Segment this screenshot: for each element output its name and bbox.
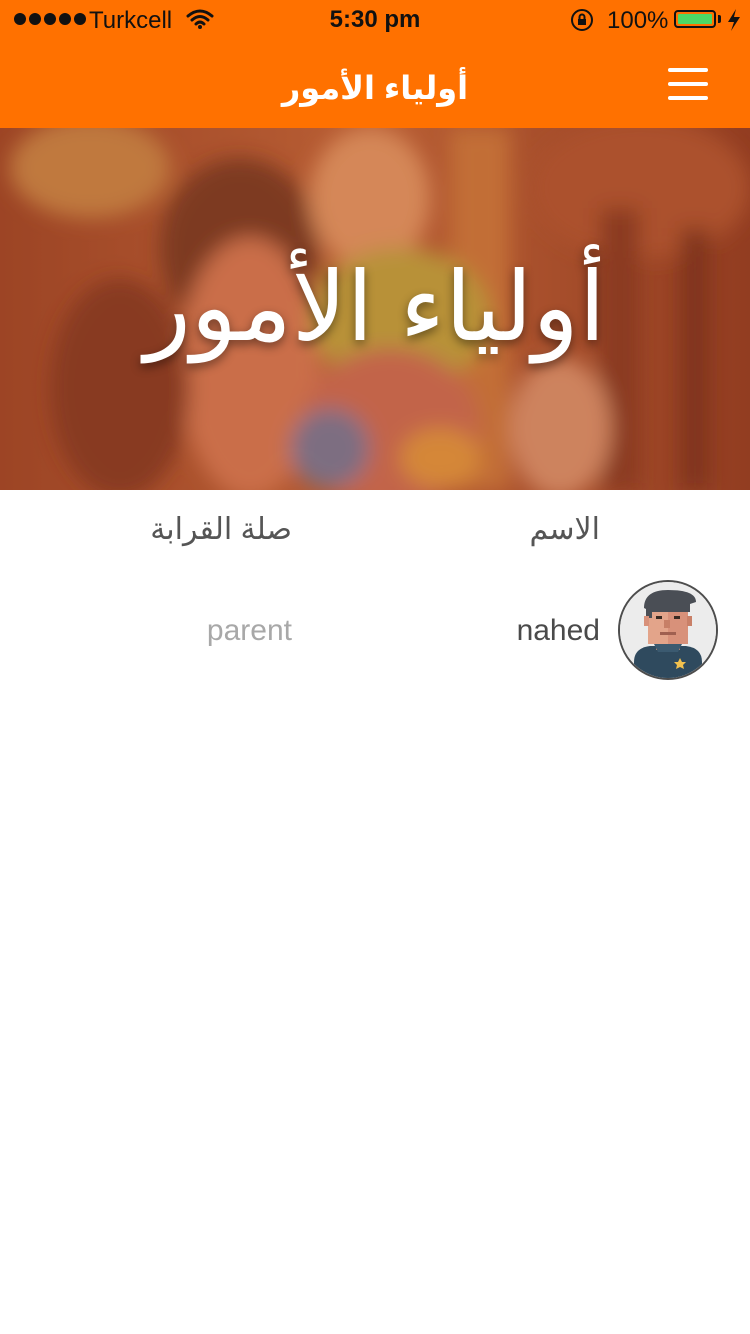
table-header: الاسم صلة القرابة xyxy=(0,490,750,570)
row-name: nahed xyxy=(516,614,600,647)
nav-title: أولياء الأمور xyxy=(281,70,469,106)
hero-banner: أولياء الأمور xyxy=(0,128,750,490)
row-relation: parent xyxy=(206,614,292,647)
battery-icon xyxy=(674,10,716,28)
charging-bolt-icon xyxy=(727,9,741,38)
status-bar: Turkcell 5:30 pm 100% xyxy=(0,0,750,40)
hero-title: أولياء الأمور xyxy=(144,254,606,361)
screen: Turkcell 5:30 pm 100% أولياء الأمور أولي… xyxy=(0,0,750,1334)
name-column-header: الاسم xyxy=(529,513,600,546)
battery-tip xyxy=(718,15,721,23)
battery-percent: 100% xyxy=(607,7,669,34)
top-bar: Turkcell 5:30 pm 100% أولياء الأمور xyxy=(0,0,750,128)
rotation-lock-icon xyxy=(570,8,594,39)
user-avatar-icon xyxy=(618,580,718,680)
table-row[interactable]: nahed parent xyxy=(0,576,750,686)
relation-column-header: صلة القرابة xyxy=(150,513,292,546)
hamburger-menu-icon[interactable] xyxy=(660,62,716,110)
